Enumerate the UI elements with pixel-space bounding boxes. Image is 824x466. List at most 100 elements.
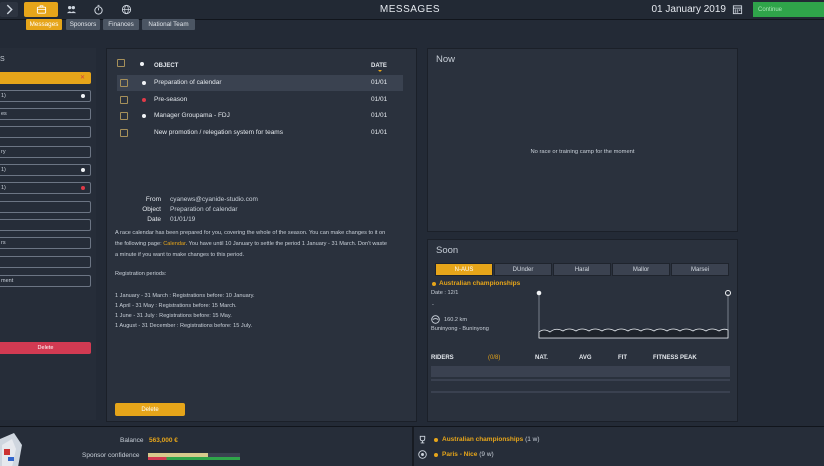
left-list-item[interactable]: ry	[0, 146, 91, 158]
race-tab[interactable]: Marsei	[671, 263, 729, 276]
race-name[interactable]: Australian championships	[439, 280, 520, 287]
left-list-item[interactable]: 1)	[0, 182, 91, 194]
left-list-item[interactable]	[0, 256, 91, 268]
soon-panel: Soon N-AUS DUnder Haral Mallor Marsei Au…	[427, 239, 738, 422]
message-date: 01/01	[371, 112, 388, 119]
close-icon[interactable]: ✕	[80, 74, 85, 81]
column-header-object[interactable]: OBJECT	[154, 63, 178, 69]
now-panel: Now No race or training camp for the mom…	[427, 48, 738, 232]
left-list-item[interactable]	[0, 201, 91, 213]
unread-dot-icon	[81, 94, 85, 98]
now-empty-text: No race or training camp for the moment	[530, 149, 635, 155]
left-panel: S ✕ 1) es ry 1) 1) rs ment Delete	[0, 48, 96, 420]
left-list-item[interactable]: es	[0, 108, 91, 120]
race-dash: -	[432, 302, 434, 308]
trophy-icon	[419, 435, 426, 444]
tab-finances[interactable]: Finances	[103, 19, 139, 30]
unread-column-icon	[140, 62, 144, 66]
object-label: Object	[142, 206, 161, 213]
races-button[interactable]	[87, 2, 109, 17]
message-date: 01/01	[371, 129, 388, 136]
from-label: From	[145, 196, 161, 203]
delete-message-button[interactable]: Delete	[115, 403, 185, 416]
tab-national-team[interactable]: National Team	[142, 19, 195, 30]
tab-messages[interactable]: Messages	[26, 19, 62, 30]
calendar-link[interactable]: Calendar	[163, 241, 185, 247]
column-header-fitness-peak[interactable]: FITNESS PEAK	[653, 355, 697, 361]
select-all-checkbox[interactable]	[117, 59, 125, 67]
message-checkbox[interactable]	[120, 96, 128, 104]
back-button[interactable]	[0, 2, 18, 17]
race-distance: 160.2 km	[444, 317, 468, 323]
message-subject: Manager Groupama - FDJ	[154, 112, 230, 119]
left-list-item[interactable]: 1)	[0, 164, 91, 176]
stage-profile-chart	[536, 290, 731, 339]
column-header-nat[interactable]: NAT.	[535, 355, 548, 361]
message-body-line: A race calendar has been prepared for yo…	[115, 230, 386, 236]
message-checkbox[interactable]	[120, 79, 128, 87]
message-checkbox[interactable]	[120, 129, 128, 137]
left-list-item[interactable]: ✕	[0, 72, 91, 84]
top-bar: MESSAGES 01 January 2019 Continue	[0, 0, 824, 20]
world-button[interactable]	[115, 2, 137, 17]
message-subject: Pre-season	[154, 96, 188, 103]
column-header-date[interactable]: DATE	[371, 63, 387, 69]
road-icon	[431, 315, 440, 324]
period-line: 1 June - 31 July : Registrations before:…	[115, 313, 232, 319]
soon-title: Soon	[436, 245, 459, 256]
period-line: 1 January - 31 March : Registrations bef…	[115, 293, 255, 299]
target-icon	[418, 450, 427, 459]
race-tab[interactable]: N-AUS	[435, 263, 493, 276]
event-dot-icon	[434, 438, 438, 442]
race-route: Buninyong - Buninyong	[431, 326, 489, 332]
briefcase-icon	[36, 5, 46, 14]
balance-value: 563,000 €	[149, 437, 178, 444]
message-body-line: a minute if you want to make changes to …	[115, 252, 245, 258]
left-list-item[interactable]	[0, 219, 91, 231]
upcoming-event[interactable]: Australian championships (1 w)	[442, 436, 540, 443]
column-header-fit[interactable]: FIT	[618, 355, 627, 361]
message-body-line: the following page: Calendar. You have u…	[115, 241, 387, 247]
message-row[interactable]: Pre-season 01/01	[117, 92, 403, 108]
unread-dot-icon	[142, 114, 146, 118]
column-header-riders[interactable]: RIDERS	[431, 355, 454, 361]
rider-row-empty	[431, 366, 730, 377]
team-management-button[interactable]	[24, 2, 58, 17]
continue-button[interactable]: Continue	[753, 2, 824, 17]
race-tab[interactable]: Haral	[553, 263, 611, 276]
date-value: 01/01/19	[170, 216, 196, 223]
period-line: 1 April - 31 May : Registrations before:…	[115, 303, 237, 309]
globe-icon	[121, 4, 131, 15]
race-tab[interactable]: DUnder	[494, 263, 552, 276]
left-list-item[interactable]: 1)	[0, 90, 91, 102]
left-list-item[interactable]	[0, 126, 91, 138]
current-date: 01 January 2019	[651, 4, 726, 15]
left-list-item[interactable]: rs	[0, 237, 91, 249]
message-row[interactable]: Preparation of calendar 01/01	[117, 75, 403, 91]
alert-dot-icon	[142, 98, 146, 102]
page-title: MESSAGES	[379, 4, 441, 15]
message-row[interactable]: New promotion / relegation system for te…	[117, 125, 403, 141]
team-jersey-icon[interactable]	[0, 431, 36, 466]
now-title: Now	[436, 54, 456, 65]
riders-button[interactable]	[60, 2, 82, 17]
column-header-avg[interactable]: AVG	[579, 355, 592, 361]
message-subject: Preparation of calendar	[154, 79, 222, 86]
left-list-item[interactable]: ment	[0, 275, 91, 287]
upcoming-event[interactable]: Paris - Nice (9 w)	[442, 451, 494, 458]
object-value: Preparation of calendar	[170, 206, 238, 213]
message-checkbox[interactable]	[120, 112, 128, 120]
calendar-button[interactable]	[730, 2, 744, 17]
delete-button[interactable]: Delete	[0, 342, 91, 354]
arrow-right-icon	[6, 4, 13, 15]
unread-dot-icon	[81, 168, 85, 172]
balance-label: Balance	[120, 437, 144, 444]
message-row[interactable]: Manager Groupama - FDJ 01/01	[117, 108, 403, 124]
messages-panel: OBJECT DATE Preparation of calendar 01/0…	[106, 48, 417, 422]
bottom-divider	[412, 427, 414, 466]
left-panel-heading: S	[0, 56, 5, 63]
row-divider	[431, 379, 730, 381]
tab-sponsors[interactable]: Sponsors	[66, 19, 100, 30]
race-tab[interactable]: Mallor	[612, 263, 670, 276]
sponsor-confidence-label: Sponsor confidence	[82, 452, 140, 459]
